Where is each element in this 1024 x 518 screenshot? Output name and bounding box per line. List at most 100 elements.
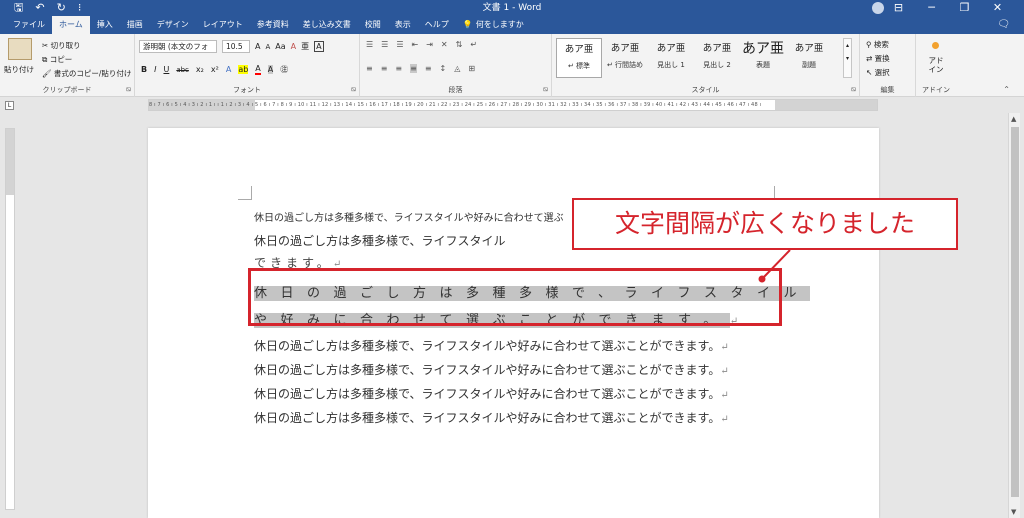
tab-0[interactable]: ファイル bbox=[6, 16, 52, 34]
subscript-button[interactable]: x₂ bbox=[196, 65, 204, 74]
phonetic-guide-button[interactable]: 亜 bbox=[301, 41, 309, 52]
restore-icon[interactable]: ❐ bbox=[948, 0, 981, 16]
distributed-icon[interactable]: ≡ bbox=[425, 64, 432, 73]
clipboard-launcher-icon[interactable]: ⧅ bbox=[127, 85, 131, 94]
ribbon-display-options-icon[interactable]: ⊟ bbox=[882, 0, 915, 16]
tab-4[interactable]: デザイン bbox=[150, 16, 196, 34]
close-icon[interactable]: ✕ bbox=[981, 0, 1014, 16]
paste-button[interactable]: 貼り付け bbox=[4, 64, 34, 75]
paragraph-group-label: 段落 bbox=[448, 86, 463, 94]
italic-button[interactable]: I bbox=[154, 65, 156, 74]
copy-icon: ⧉ bbox=[42, 55, 50, 64]
minimize-icon[interactable]: ─ bbox=[915, 0, 948, 16]
style-sample: あア亜 bbox=[794, 43, 824, 54]
style-item[interactable]: あア亜 副題 bbox=[786, 38, 832, 78]
style-gallery-scroll[interactable]: ▴ ▾ bbox=[843, 38, 852, 78]
select-button[interactable]: ↖ 選択 bbox=[866, 67, 890, 78]
bold-button[interactable]: B bbox=[141, 65, 147, 74]
tab-3[interactable]: 描画 bbox=[120, 16, 150, 34]
style-item[interactable]: あア亜 表題 bbox=[740, 38, 786, 78]
scroll-thumb[interactable] bbox=[1011, 127, 1019, 497]
font-color-button[interactable]: A bbox=[255, 64, 261, 75]
increase-indent-icon[interactable]: ⇥ bbox=[426, 40, 433, 49]
borders-icon[interactable]: ⊞ bbox=[468, 64, 475, 73]
grow-font-button[interactable]: A bbox=[255, 42, 260, 51]
editing-group: ⚲ 検索 ⇄ 置換 ↖ 選択 編集 bbox=[860, 34, 916, 97]
strikethrough-button[interactable]: abc bbox=[176, 66, 189, 74]
asian-layout-icon[interactable]: ✕ bbox=[441, 40, 448, 49]
style-name: 見出し 2 bbox=[703, 61, 731, 69]
underline-button[interactable]: U bbox=[163, 65, 169, 74]
style-item[interactable]: あア亜 ↵ 行間詰め bbox=[602, 38, 648, 78]
tab-7[interactable]: 差し込み文書 bbox=[296, 16, 358, 34]
annotation-callout: 文字間隔が広くなりました bbox=[572, 198, 958, 250]
tab-1[interactable]: ホーム bbox=[52, 16, 90, 34]
editing-group-label: 編集 bbox=[880, 86, 895, 94]
tab-8[interactable]: 校閲 bbox=[358, 16, 388, 34]
font-name-combo[interactable]: 游明朝 (本文のフォン bbox=[139, 40, 217, 53]
show-marks-icon[interactable]: ↵ bbox=[470, 40, 477, 49]
font-launcher-icon[interactable]: ⧅ bbox=[352, 85, 356, 94]
align-left-icon[interactable]: ≡ bbox=[366, 64, 373, 73]
addin-button[interactable]: アド イン bbox=[924, 56, 948, 74]
style-item[interactable]: あア亜 見出し 1 bbox=[648, 38, 694, 78]
paragraph-line: 休日の過ごし方は多種多様で、ライフスタイルや好みに合わせて選ぶことができます。↵ bbox=[254, 407, 774, 431]
copy-button[interactable]: ⧉ コピー bbox=[42, 54, 72, 65]
scroll-down-icon[interactable]: ▼ bbox=[1011, 508, 1016, 516]
style-item[interactable]: あア亜見出し 2 bbox=[694, 38, 740, 78]
addin-icon[interactable] bbox=[932, 42, 939, 49]
horizontal-ruler[interactable]: 8 ı 7 ı 6 ı 5 ı 4 ı 3 ı 2 ı 1 ı ı 1 ı 2 … bbox=[148, 99, 878, 111]
ruler-area: L 8 ı 7 ı 6 ı 5 ı 4 ı 3 ı 2 ı 1 ı ı 1 ı … bbox=[0, 97, 1024, 113]
vertical-ruler[interactable] bbox=[5, 128, 15, 510]
paragraph-mark: ↵ bbox=[720, 342, 729, 353]
copy-label: コピー bbox=[49, 55, 73, 64]
tab-10[interactable]: ヘルプ bbox=[418, 16, 456, 34]
paragraph-launcher-icon[interactable]: ⧅ bbox=[544, 85, 548, 94]
decrease-indent-icon[interactable]: ⇤ bbox=[412, 40, 419, 49]
align-center-icon[interactable]: ≡ bbox=[381, 64, 388, 73]
ribbon-tabs: ファイル ホーム 挿入 描画 デザイン レイアウト 参考資料 差し込み文書 校閲 表示 ヘルプ 💡 何を… bbox=[6, 16, 531, 34]
character-border-button[interactable]: A bbox=[314, 41, 324, 52]
paragraph-line: 休日の過ごし方は多種多様で、ライフスタイルや好みに合わせて選ぶことができます。↵ bbox=[254, 359, 774, 383]
vertical-scrollbar[interactable]: ▲ ▼ bbox=[1008, 113, 1020, 518]
shading-icon[interactable]: ◬ bbox=[454, 64, 460, 73]
styles-launcher-icon[interactable]: ⧅ bbox=[852, 85, 856, 94]
numbering-icon[interactable]: ☰ bbox=[381, 40, 388, 49]
tab-6[interactable]: 参考資料 bbox=[250, 16, 296, 34]
tab-5[interactable]: レイアウト bbox=[196, 16, 250, 34]
style-sample: あア亜 bbox=[742, 41, 784, 57]
enclose-characters-button[interactable]: ㊟ bbox=[280, 64, 288, 75]
tab-9[interactable]: 表示 bbox=[388, 16, 418, 34]
style-name: 表題 bbox=[756, 61, 770, 69]
find-button[interactable]: ⚲ 検索 bbox=[866, 39, 889, 50]
font-size-combo[interactable]: 10.5 bbox=[222, 40, 250, 53]
bullets-icon[interactable]: ☰ bbox=[366, 40, 373, 49]
line-spacing-icon[interactable]: ↕ bbox=[440, 64, 447, 73]
multilevel-list-icon[interactable]: ☰ bbox=[396, 40, 403, 49]
cut-button[interactable]: ✂ 切り取り bbox=[42, 40, 81, 51]
change-case-button[interactable]: Aa bbox=[275, 42, 285, 51]
tab-selector[interactable]: L bbox=[5, 101, 14, 110]
paste-icon[interactable] bbox=[8, 38, 32, 60]
paragraph-text: 休日の過ごし方は多種多様で、ライフスタイルや好みに合わせて選ぶことができます。 bbox=[254, 387, 721, 401]
character-shading-button[interactable]: A bbox=[267, 65, 274, 74]
style-sample: あア亜 bbox=[702, 43, 732, 54]
comments-icon[interactable]: 🗨 bbox=[997, 19, 1010, 30]
shrink-font-button[interactable]: A bbox=[265, 43, 270, 51]
style-item[interactable]: あア亜 ↵ 標準 bbox=[556, 38, 602, 78]
tell-me-search[interactable]: 💡 何をしますか bbox=[456, 16, 531, 34]
sort-icon[interactable]: ⇅ bbox=[456, 40, 463, 49]
scroll-up-icon[interactable]: ▲ bbox=[1011, 115, 1016, 123]
justify-icon[interactable]: ≡ bbox=[410, 64, 417, 73]
tab-2[interactable]: 挿入 bbox=[90, 16, 120, 34]
ruler-numbers: 8 ı 7 ı 6 ı 5 ı 4 ı 3 ı 2 ı 1 ı ı 1 ı 2 … bbox=[149, 102, 762, 108]
format-painter-button[interactable]: 🖌 書式のコピー/貼り付け bbox=[42, 68, 131, 79]
align-right-icon[interactable]: ≡ bbox=[395, 64, 402, 73]
replace-button[interactable]: ⇄ 置換 bbox=[866, 53, 890, 64]
superscript-button[interactable]: x² bbox=[211, 65, 219, 74]
replace-icon: ⇄ bbox=[866, 54, 875, 63]
highlight-button[interactable]: ab bbox=[238, 65, 249, 74]
clear-formatting-button[interactable]: A bbox=[291, 42, 296, 51]
collapse-ribbon-icon[interactable]: ⌃ bbox=[1003, 85, 1010, 94]
text-effects-button[interactable]: A bbox=[226, 65, 231, 74]
